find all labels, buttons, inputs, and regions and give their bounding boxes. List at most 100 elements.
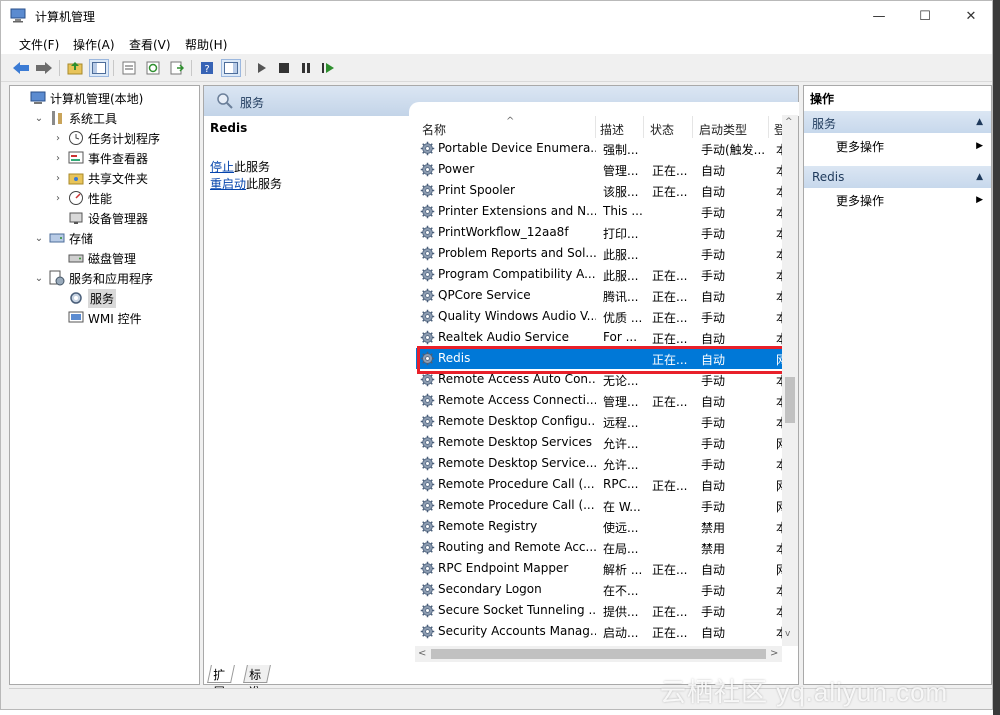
menu-item[interactable]: 文件(F) (19, 36, 59, 53)
menu-item[interactable]: 查看(V) (129, 36, 171, 53)
collapse-icon[interactable]: ▲ (976, 172, 983, 182)
forward-arrow-icon[interactable] (34, 59, 54, 77)
title-bar[interactable]: 计算机管理 — ☐ ✕ (1, 1, 992, 32)
tab-extended[interactable]: 扩展 (207, 665, 235, 699)
tree-item[interactable]: 计算机管理(本地) (14, 88, 143, 108)
tree-item[interactable]: › 性能 (52, 188, 112, 208)
column-header-status[interactable]: 状态 (650, 116, 693, 138)
service-row[interactable]: Remote Desktop Services允许...手动网 (416, 432, 788, 453)
tree-item-label: 服务和应用程序 (69, 271, 154, 286)
column-header-startup-type[interactable]: 启动类型 (699, 116, 769, 138)
more-actions-services[interactable]: 更多操作 (836, 138, 884, 155)
collapse-arrow-icon[interactable]: › (52, 133, 64, 144)
service-row[interactable]: Remote Desktop Service...允许...手动本 (416, 453, 788, 474)
service-desc-cell: 管理... (603, 164, 639, 178)
back-arrow-icon[interactable] (11, 59, 31, 77)
start-service-icon[interactable] (252, 59, 272, 77)
service-desc-cell: 提供... (603, 605, 639, 619)
tree-item-label: 系统工具 (69, 111, 118, 126)
pause-service-icon[interactable] (296, 59, 316, 77)
restart-service-link[interactable]: 重启动 (210, 177, 246, 191)
service-desc-cell: 无论... (603, 374, 639, 388)
service-row[interactable]: Remote Access Auto Con...无论...手动本 (416, 369, 788, 390)
help-icon[interactable]: ? (197, 59, 217, 77)
tree-item[interactable]: WMI 控件 (52, 308, 142, 328)
show-hide-tree-icon[interactable] (89, 59, 109, 77)
stop-service-icon[interactable] (274, 59, 294, 77)
refresh-icon[interactable] (143, 59, 163, 77)
collapse-arrow-icon[interactable]: › (52, 153, 64, 164)
stop-service-link[interactable]: 停止 (210, 160, 234, 174)
service-row[interactable]: Remote Access Connecti...管理...正在...自动本 (416, 390, 788, 411)
service-row[interactable]: Secondary Logon在不...手动本 (416, 579, 788, 600)
expand-arrow-icon[interactable]: ⌄ (33, 273, 45, 284)
service-row[interactable]: Problem Reports and Sol...此服...手动本 (416, 243, 788, 264)
pane-title: 服务 (240, 96, 265, 110)
service-row[interactable]: Security Accounts Manag...启动...正在...自动本 (416, 621, 788, 642)
collapse-icon[interactable]: ▲ (976, 117, 983, 127)
actions-section-services[interactable]: 服务 ▲ (804, 111, 991, 133)
service-row[interactable]: PrintWorkflow_12aa8f打印...手动本 (416, 222, 788, 243)
restart-service-icon[interactable] (318, 59, 338, 77)
service-row[interactable]: Remote Procedure Call (...RPC...正在...自动网 (416, 474, 788, 495)
service-row[interactable]: Quality Windows Audio V...优质 ...正在...手动本 (416, 306, 788, 327)
column-header-name[interactable]: 名称 ^ (422, 116, 596, 138)
horizontal-scrollbar[interactable]: < > (415, 646, 782, 662)
menu-item[interactable]: 帮助(H) (185, 36, 227, 53)
close-button[interactable]: ✕ (948, 1, 994, 32)
more-actions-redis[interactable]: 更多操作 (836, 192, 884, 209)
service-row[interactable]: Printer Extensions and N...This ...手动本 (416, 201, 788, 222)
expand-arrow-icon[interactable]: ⌄ (33, 233, 45, 244)
tree-item[interactable]: › 共享文件夹 (52, 168, 148, 188)
maximize-button[interactable]: ☐ (902, 1, 948, 32)
service-status-cell: 正在... (652, 185, 688, 199)
actions-pane: 操作 服务 ▲ 更多操作 ▶ Redis ▲ 更多操作 ▶ (803, 85, 992, 685)
vertical-scroll-thumb[interactable] (785, 377, 795, 423)
service-row[interactable]: RPC Endpoint Mapper解析 ...正在...自动网 (416, 558, 788, 579)
scroll-down-icon[interactable]: v (785, 629, 790, 639)
service-row[interactable]: Program Compatibility A...此服...正在...手动本 (416, 264, 788, 285)
service-row[interactable]: Remote Desktop Configu...远程...手动本 (416, 411, 788, 432)
tree-item[interactable]: › 任务计划程序 (52, 128, 160, 148)
service-row[interactable]: Remote Procedure Call (...在 W...手动网 (416, 495, 788, 516)
tree-item[interactable]: ⌄ 系统工具 (33, 108, 117, 128)
service-name-cell: Remote Desktop Configu... (438, 414, 596, 428)
column-header-description[interactable]: 描述 (600, 116, 644, 138)
service-desc-cell: 此服... (603, 269, 639, 283)
tree-item[interactable]: › 事件查看器 (52, 148, 148, 168)
service-row[interactable]: Secure Socket Tunneling ...提供...正在...手动本 (416, 600, 788, 621)
service-row-selected[interactable]: Redis正在...自动网 (416, 348, 788, 369)
up-folder-icon[interactable] (65, 59, 85, 77)
export-list-icon[interactable] (167, 59, 187, 77)
show-hide-action-pane-icon[interactable] (221, 59, 241, 77)
tab-standard[interactable]: 标准 (243, 665, 271, 699)
horizontal-scroll-thumb[interactable] (431, 649, 766, 659)
service-row[interactable]: Portable Device Enumera...强制...手动(触发...本 (416, 138, 788, 159)
expand-arrow-icon[interactable]: ⌄ (33, 113, 45, 124)
service-desc-cell: 使远... (603, 521, 639, 535)
properties-icon[interactable] (119, 59, 139, 77)
service-row[interactable]: Realtek Audio ServiceFor ...正在...自动本 (416, 327, 788, 348)
scroll-left-icon[interactable]: < (418, 648, 426, 659)
service-row[interactable]: Power管理...正在...自动本 (416, 159, 788, 180)
actions-section-redis[interactable]: Redis ▲ (804, 166, 991, 188)
scroll-up-icon[interactable]: ^ (785, 117, 793, 127)
service-row[interactable]: Print Spooler该服...正在...自动本 (416, 180, 788, 201)
minimize-button[interactable]: — (856, 1, 902, 32)
tree-item[interactable]: ⌄ 存储 (33, 228, 93, 248)
tree-item[interactable]: 服务 (52, 288, 117, 308)
tree-item-label: 任务计划程序 (88, 131, 161, 146)
service-row[interactable]: Remote Registry使远...禁用本 (416, 516, 788, 537)
collapse-arrow-icon[interactable]: › (52, 193, 64, 204)
tree-item[interactable]: 磁盘管理 (52, 248, 136, 268)
menu-item[interactable]: 操作(A) (73, 36, 115, 53)
service-row[interactable]: QPCore Service腾讯...正在...自动本 (416, 285, 788, 306)
tree-item[interactable]: 设备管理器 (52, 208, 148, 228)
collapse-arrow-icon[interactable]: › (52, 173, 64, 184)
scroll-right-icon[interactable]: > (770, 648, 778, 659)
vertical-scrollbar[interactable]: ^ v (782, 115, 798, 646)
tree-item[interactable]: ⌄ 服务和应用程序 (33, 268, 153, 288)
service-desc-cell: 优质 ... (603, 311, 643, 325)
service-gear-icon (420, 288, 435, 303)
service-row[interactable]: Routing and Remote Acc...在局...禁用本 (416, 537, 788, 558)
